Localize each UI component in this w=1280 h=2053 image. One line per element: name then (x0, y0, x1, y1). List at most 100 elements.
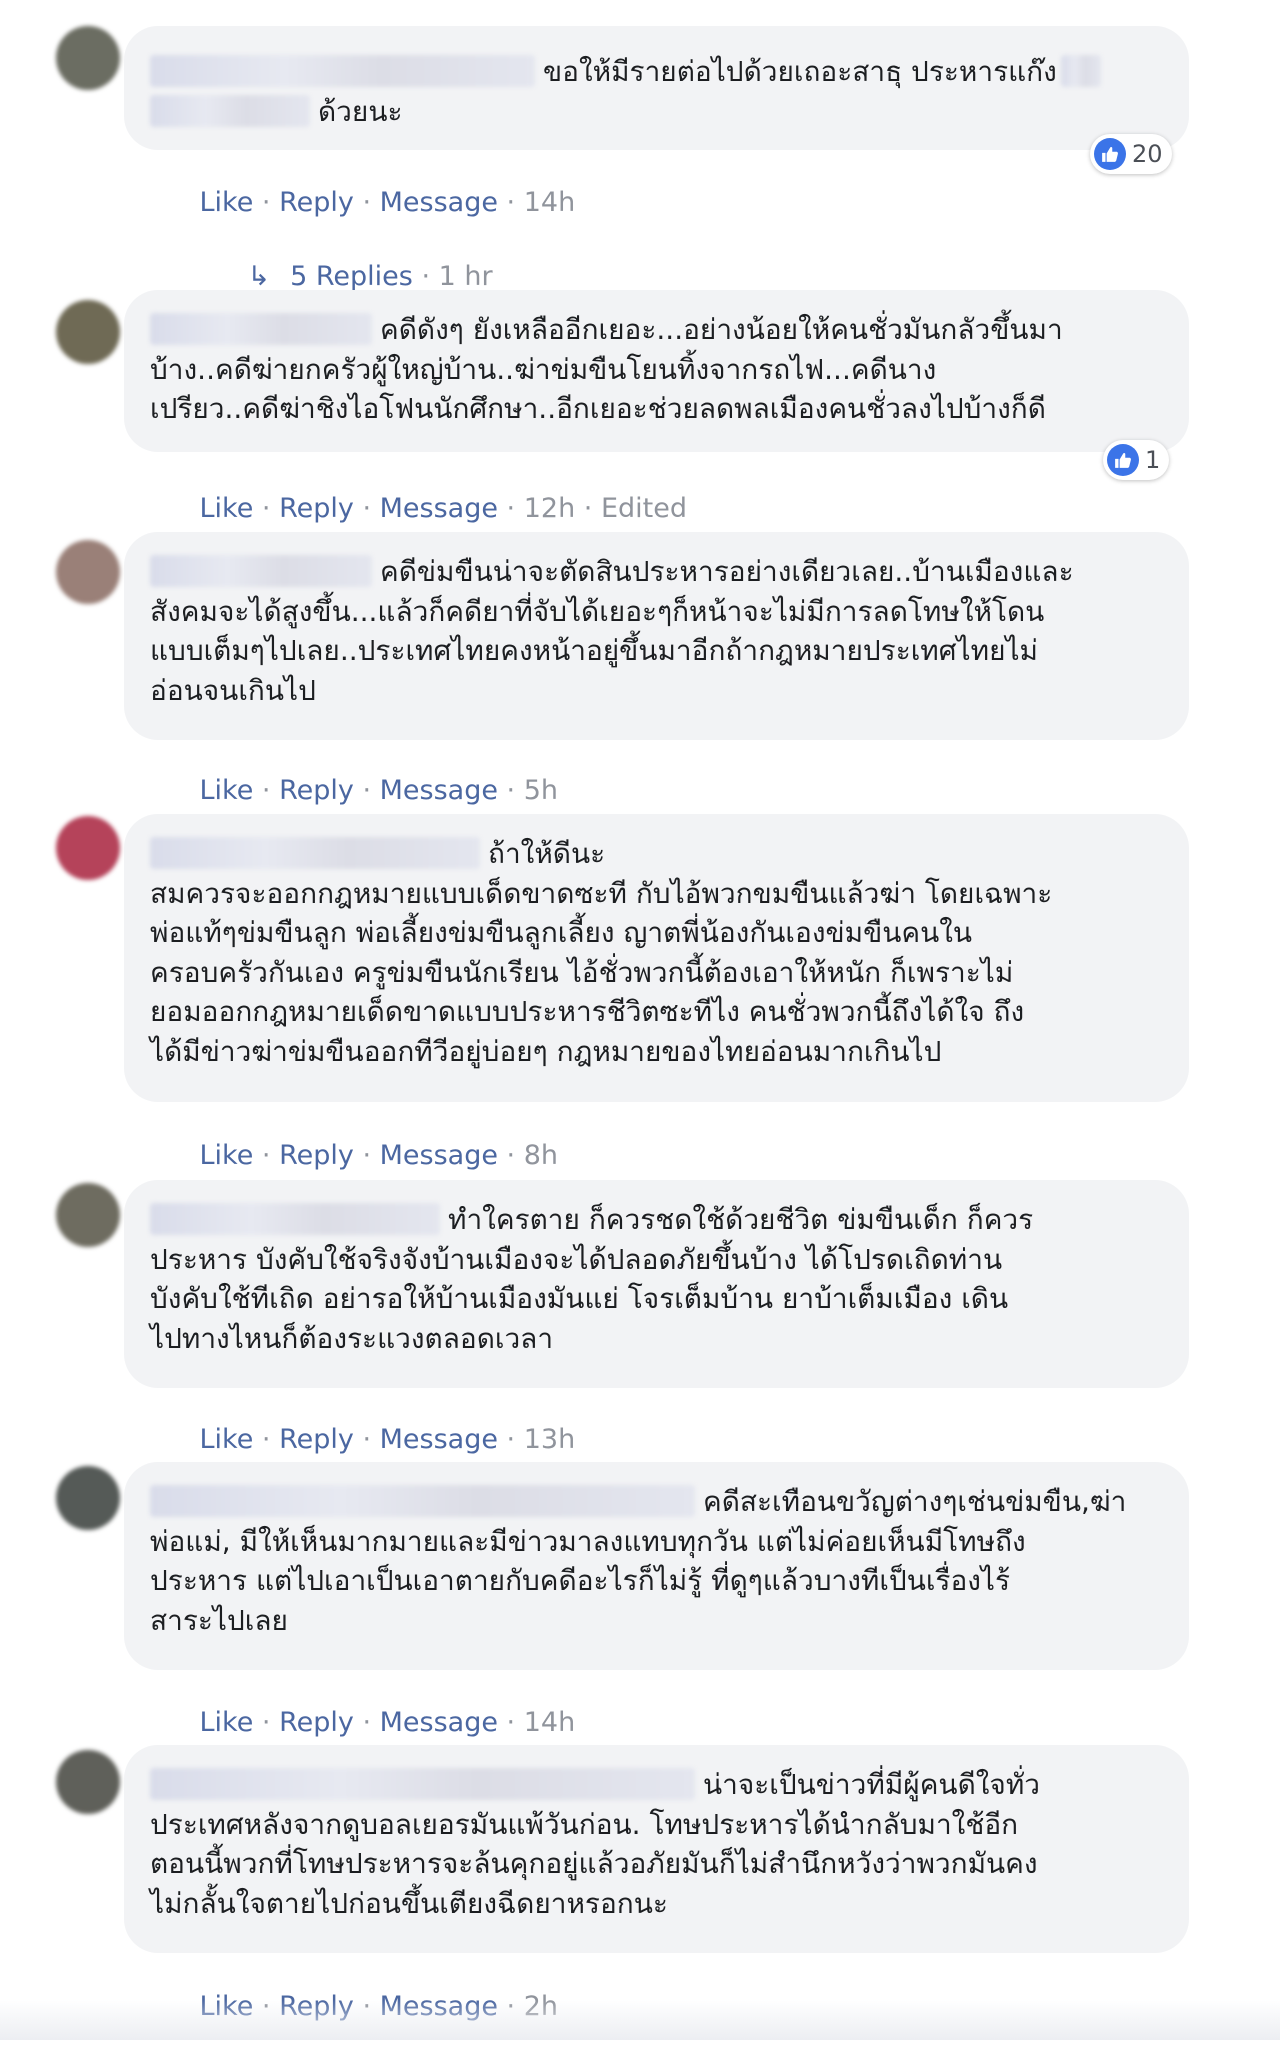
timestamp[interactable]: 14h (524, 1707, 575, 1738)
comment-text-line: สังคมจะได้สูงขึ้น...แล้วก็คดียาที่จับได้… (150, 594, 1045, 628)
separator: · (497, 187, 524, 218)
reply-link[interactable]: Reply (279, 1424, 354, 1455)
like-link[interactable]: Like (200, 493, 254, 524)
reaction-number: 1 (1145, 446, 1161, 474)
replies-time: 1 hr (438, 261, 493, 292)
avatar[interactable] (56, 1183, 120, 1247)
comment-text-line: คดีดังๆ ยังเหลืออีกเยอะ...อย่างน้อยให้คน… (380, 313, 1063, 346)
comment-text-line: ตอนนี้พวกที่โทษประหารจะล้นคุกอยู่แล้วอภั… (150, 1847, 1038, 1880)
avatar[interactable] (56, 300, 120, 364)
comment-text-line: ยอมออกกฎหมายเด็ดขาดแบบประหารชีวิตซะทีไง … (150, 995, 1025, 1028)
comment-bubble: คดีสะเทือนขวัญต่างๆเช่นข่มขืน,ฆ่า พ่อแม่… (124, 1462, 1189, 1670)
comment-bubble: ถ้าให้ดีนะ สมควรจะออกกฎหมายแบบเด็ดขาดซะท… (124, 814, 1189, 1102)
comment-text-line: ครอบครัวกันเอง ครูข่มขืนนักเรียน ไอ้ชั่ว… (150, 955, 1014, 989)
comment-text-line: บ้าง..คดีฆ่ายกครัวผู้ใหญ่บ้าน..ฆ่าข่มขืน… (150, 352, 937, 386)
separator: · (253, 1424, 280, 1455)
avatar[interactable] (56, 26, 120, 90)
separator: · (253, 775, 280, 806)
like-link[interactable]: Like (200, 187, 254, 218)
commenter-name-blurred[interactable] (150, 313, 372, 345)
message-link[interactable]: Message (380, 1140, 498, 1171)
mention-blurred (150, 94, 310, 127)
reply-link[interactable]: Reply (279, 775, 354, 806)
comment-text-line: ประหาร แต่ไปเอาเป็นเอาตายกับคดีอะไรก็ไม่… (150, 1564, 1011, 1597)
commenter-name-blurred[interactable] (150, 837, 480, 869)
comment-text-line: สาระไปเลย (150, 1603, 288, 1637)
comment-text-line: พ่อแม่, มีให้เห็นมากมายและมีข่าวมาลงแทบท… (150, 1524, 1026, 1558)
timestamp[interactable]: 8h (524, 1140, 558, 1171)
comment-bubble: น่าจะเป็นข่าวที่มีผู้คนดีใจทั่ว ประเทศหล… (124, 1745, 1189, 1953)
separator: · (353, 775, 380, 806)
separator: · (412, 261, 439, 292)
timestamp[interactable]: 13h (524, 1424, 575, 1455)
reply-link[interactable]: Reply (279, 187, 354, 218)
separator: · (353, 1707, 380, 1738)
comment-text-line: ประเทศหลังจากดูบอลเยอรมันแพ้วันก่อน. โทษ… (150, 1807, 1019, 1841)
comment-thread: ขอให้มีรายต่อไปด้วยเถอะสาธุ ประหารแก๊ง ด… (0, 0, 1280, 2040)
comment-text-line: คดีสะเทือนขวัญต่างๆเช่นข่มขืน,ฆ่า (703, 1485, 1127, 1518)
comment-text-line: ขอให้มีรายต่อไปด้วยเถอะสาธุ ประหารแก๊ง (543, 55, 1057, 88)
comment-text-line: ถ้าให้ดีนะ (488, 837, 606, 870)
avatar[interactable] (56, 540, 120, 604)
separator: · (497, 775, 524, 806)
message-link[interactable]: Message (380, 187, 498, 218)
message-link[interactable]: Message (380, 1707, 498, 1738)
message-link[interactable]: Message (380, 1424, 498, 1455)
commenter-name-blurred[interactable] (150, 55, 535, 87)
commenter-name-blurred[interactable] (150, 1485, 695, 1517)
separator: · (253, 187, 280, 218)
message-link[interactable]: Message (380, 775, 498, 806)
reply-link[interactable]: Reply (279, 1707, 354, 1738)
comment-text-line: ทำใครตาย ก็ควรชดใช้ด้วยชีวิต ข่มขืนเด็ก … (448, 1203, 1034, 1236)
comment-text-line: เปรียว..คดีฆ่าชิงไอโฟนนักศึกษา..อีกเยอะช… (150, 392, 1046, 425)
separator: · (353, 187, 380, 218)
commenter-name-blurred[interactable] (150, 555, 372, 587)
reaction-count[interactable]: 20 (1090, 134, 1172, 174)
comment-bubble: คดีดังๆ ยังเหลืออีกเยอะ...อย่างน้อยให้คน… (124, 290, 1189, 452)
comment-text-line: ไม่กลั้นใจตายไปก่อนขึ้นเตียงฉีดยาหรอกนะ (150, 1886, 668, 1920)
bottom-fade (0, 2000, 1280, 2040)
separator: · (253, 1707, 280, 1738)
comment-text-line: พ่อแท้ๆข่มขืนลูก พ่อเลี้ยงข่มขืนลูกเลี้ย… (150, 916, 973, 949)
separator: · (253, 493, 280, 524)
comment-bubble: คดีข่มขืนน่าจะตัดสินประหารอย่างเดียวเลย.… (124, 532, 1189, 740)
comment-text-line: น่าจะเป็นข่าวที่มีผู้คนดีใจทั่ว (703, 1768, 1041, 1801)
reply-arrow-icon: ↳ (247, 261, 271, 292)
comment-text-line: บังคับใช้ทีเถิด อย่ารอให้บ้านเมืองมันแย่… (150, 1282, 1009, 1315)
separator: · (497, 1707, 524, 1738)
separator: · (497, 1424, 524, 1455)
edited-label[interactable]: Edited (601, 493, 687, 524)
timestamp[interactable]: 12h (524, 493, 575, 524)
timestamp[interactable]: 5h (524, 775, 558, 806)
comment-text-line: คดีข่มขืนน่าจะตัดสินประหารอย่างเดียวเลย.… (380, 555, 1074, 588)
thumbs-up-icon (1094, 138, 1126, 170)
commenter-name-blurred[interactable] (150, 1768, 695, 1800)
comment-text-line: ด้วยนะ (318, 94, 403, 128)
avatar[interactable] (56, 816, 120, 880)
like-link[interactable]: Like (200, 1707, 254, 1738)
like-link[interactable]: Like (200, 1140, 254, 1171)
reply-link[interactable]: Reply (279, 493, 354, 524)
reply-link[interactable]: Reply (279, 1140, 354, 1171)
commenter-name-blurred[interactable] (150, 1203, 440, 1235)
separator: · (353, 1140, 380, 1171)
comment-text-line: อ่อนจนเกินไป (150, 673, 316, 707)
thumbs-up-icon (1107, 444, 1139, 476)
comment-bubble: ทำใครตาย ก็ควรชดใช้ด้วยชีวิต ข่มขืนเด็ก … (124, 1180, 1189, 1388)
comment-text-line: ได้มีข่าวฆ่าข่มขืนออกทีวีอยู่บ่อยๆ กฎหมา… (150, 1034, 942, 1068)
separator: · (497, 1140, 524, 1171)
timestamp[interactable]: 14h (524, 187, 575, 218)
separator: · (353, 1424, 380, 1455)
comment-bubble: ขอให้มีรายต่อไปด้วยเถอะสาธุ ประหารแก๊ง ด… (124, 26, 1189, 150)
message-link[interactable]: Message (380, 493, 498, 524)
separator: · (497, 493, 524, 524)
like-link[interactable]: Like (200, 775, 254, 806)
mention-blurred (1060, 55, 1101, 87)
avatar[interactable] (56, 1466, 120, 1530)
like-link[interactable]: Like (200, 1424, 254, 1455)
replies-count[interactable]: 5 Replies (290, 261, 413, 292)
comment-text-line: ประหาร บังคับใช้จริงจังบ้านเมืองจะได้ปลอ… (150, 1242, 1003, 1276)
avatar[interactable] (56, 1750, 120, 1814)
reaction-count[interactable]: 1 (1103, 440, 1170, 480)
separator: · (253, 1140, 280, 1171)
